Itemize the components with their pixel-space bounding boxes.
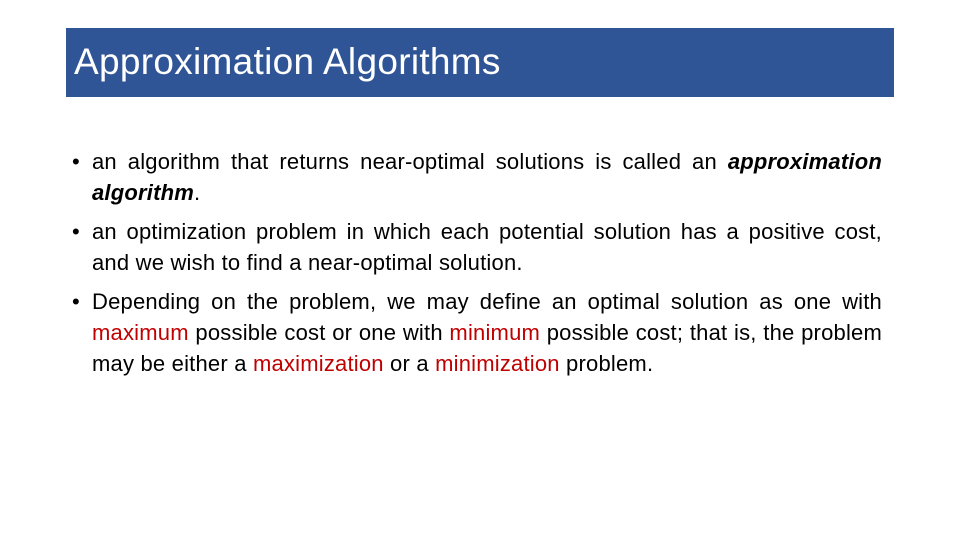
highlighted-term: maximum [92, 320, 189, 345]
bullet-list: an algorithm that returns near-optimal s… [72, 146, 882, 387]
highlighted-term: minimum [449, 320, 541, 345]
bullet-text: or a [383, 351, 436, 376]
bullet-item: Depending on the problem, we may define … [72, 286, 882, 379]
bullet-text: an optimization problem in which each po… [92, 219, 882, 275]
slide-title: Approximation Algorithms [74, 41, 501, 82]
bullet-text: problem. [559, 351, 654, 376]
bullet-text: an algorithm that returns near-optimal s… [92, 149, 728, 174]
bullet-item: an optimization problem in which each po… [72, 216, 882, 278]
highlighted-term: maximization [252, 351, 384, 376]
highlighted-term: minimization [435, 351, 560, 376]
bullet-text: Depending on the problem, we may define … [92, 289, 882, 314]
title-bar: Approximation Algorithms [66, 28, 894, 97]
bullet-text: possible cost or one with [188, 320, 450, 345]
bullet-item: an algorithm that returns near-optimal s… [72, 146, 882, 208]
bullet-text: . [194, 180, 201, 205]
